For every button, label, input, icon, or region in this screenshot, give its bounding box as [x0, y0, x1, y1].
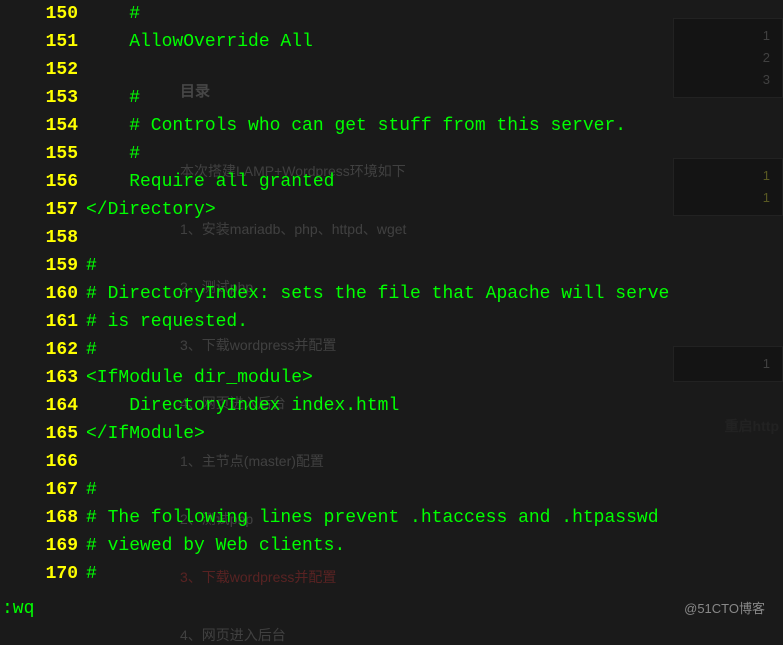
line-content: </IfModule> [86, 420, 205, 448]
line-number: 152 [0, 56, 86, 84]
watermark: @51CTO博客 [684, 598, 765, 617]
code-line[interactable]: 158 [0, 224, 783, 252]
line-content: # [86, 476, 97, 504]
line-number: 150 [0, 0, 86, 28]
line-number: 153 [0, 84, 86, 112]
code-line[interactable]: 159# [0, 252, 783, 280]
vim-status-line[interactable]: :wq [2, 599, 34, 619]
line-content: # DirectoryIndex: sets the file that Apa… [86, 280, 669, 308]
line-content: # Controls who can get stuff from this s… [86, 112, 626, 140]
line-content: </Directory> [86, 196, 216, 224]
code-line[interactable]: 165</IfModule> [0, 420, 783, 448]
line-content: AllowOverride All [86, 28, 313, 56]
line-number: 161 [0, 308, 86, 336]
line-number: 164 [0, 392, 86, 420]
line-number: 158 [0, 224, 86, 252]
line-number: 159 [0, 252, 86, 280]
vim-editor[interactable]: 150 #151 AllowOverride All152153 #154 # … [0, 0, 783, 623]
line-content: # [86, 0, 140, 28]
line-content: # The following lines prevent .htaccess … [86, 504, 669, 532]
line-number: 165 [0, 420, 86, 448]
code-line[interactable]: 166 [0, 448, 783, 476]
line-number: 154 [0, 112, 86, 140]
code-line[interactable]: 151 AllowOverride All [0, 28, 783, 56]
line-content: # [86, 84, 140, 112]
code-line[interactable]: 162# [0, 336, 783, 364]
line-content: # [86, 252, 97, 280]
code-line[interactable]: 152 [0, 56, 783, 84]
code-line[interactable]: 160# DirectoryIndex: sets the file that … [0, 280, 783, 308]
code-line[interactable]: 161# is requested. [0, 308, 783, 336]
code-line[interactable]: 168# The following lines prevent .htacce… [0, 504, 783, 532]
code-line[interactable]: 150 # [0, 0, 783, 28]
line-number: 160 [0, 280, 86, 308]
code-line[interactable]: 155 # [0, 140, 783, 168]
line-number: 156 [0, 168, 86, 196]
line-number: 167 [0, 476, 86, 504]
line-number: 155 [0, 140, 86, 168]
bg-toc-item: 4、网页进入后台 [180, 625, 406, 645]
code-line[interactable]: 164 DirectoryIndex index.html [0, 392, 783, 420]
line-number: 169 [0, 532, 86, 560]
code-line[interactable]: 154 # Controls who can get stuff from th… [0, 112, 783, 140]
line-number: 162 [0, 336, 86, 364]
line-content: # [86, 560, 97, 588]
line-number: 170 [0, 560, 86, 588]
line-content: Require all granted [86, 168, 334, 196]
code-line[interactable]: 153 # [0, 84, 783, 112]
code-line[interactable]: 167# [0, 476, 783, 504]
line-number: 166 [0, 448, 86, 476]
code-line[interactable]: 156 Require all granted [0, 168, 783, 196]
code-line[interactable]: 170# [0, 560, 783, 588]
code-line[interactable]: 169# viewed by Web clients. [0, 532, 783, 560]
line-content: # [86, 140, 140, 168]
line-number: 157 [0, 196, 86, 224]
code-line[interactable]: 163<IfModule dir_module> [0, 364, 783, 392]
line-content: # is requested. [86, 308, 248, 336]
line-content: # [86, 336, 97, 364]
line-number: 168 [0, 504, 86, 532]
line-content: <IfModule dir_module> [86, 364, 313, 392]
line-content: # viewed by Web clients. [86, 532, 345, 560]
line-number: 151 [0, 28, 86, 56]
code-line[interactable]: 157</Directory> [0, 196, 783, 224]
line-content: DirectoryIndex index.html [86, 392, 399, 420]
line-number: 163 [0, 364, 86, 392]
